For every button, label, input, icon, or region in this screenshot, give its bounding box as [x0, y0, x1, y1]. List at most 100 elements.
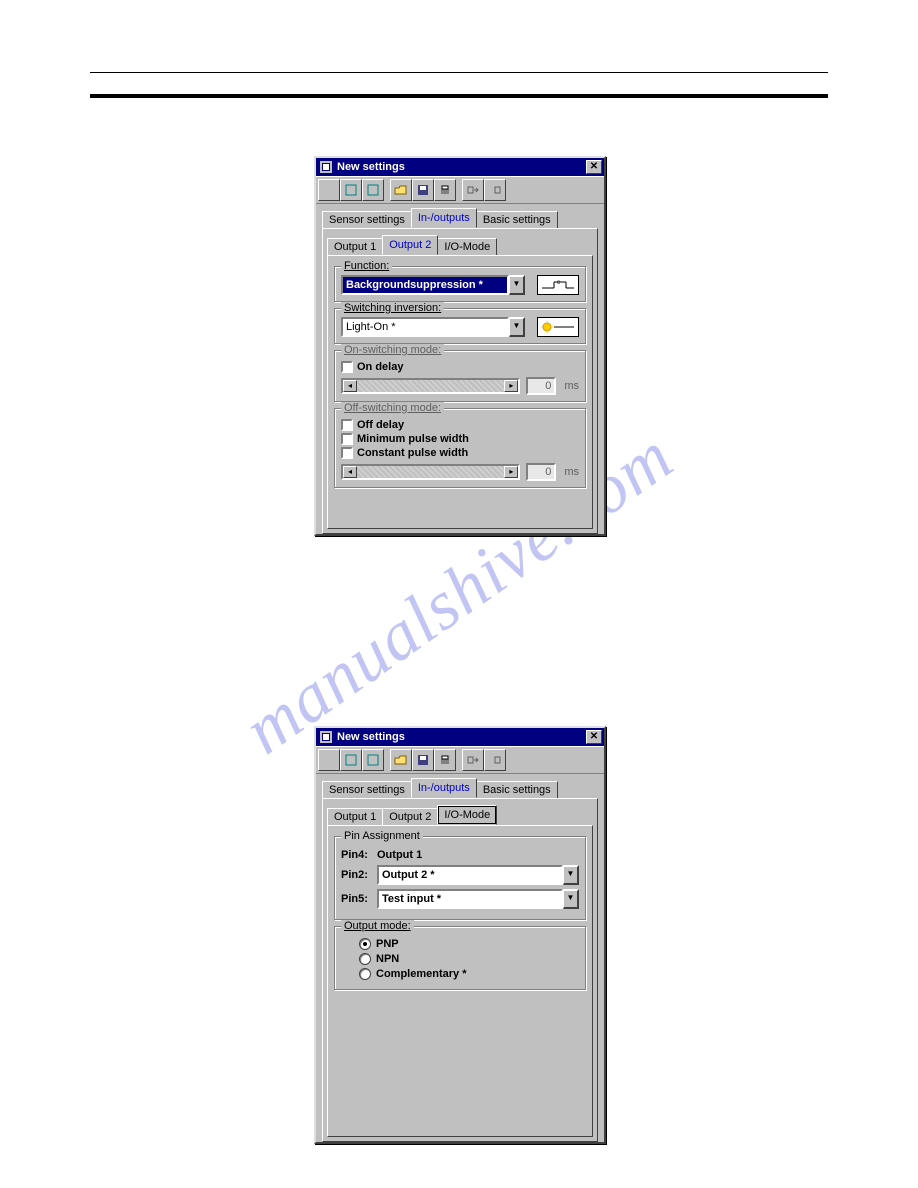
tab-output1[interactable]: Output 1: [327, 238, 383, 256]
titlebar[interactable]: New settings ✕: [316, 158, 604, 176]
tab-io-mode[interactable]: I/O-Mode: [437, 805, 497, 825]
radio-pnp-label: PNP: [376, 938, 399, 950]
pin5-label: Pin5:: [341, 893, 377, 905]
checkbox-box: [341, 419, 353, 431]
pin4-value: Output 1: [377, 849, 422, 861]
function-legend: Function:: [341, 260, 392, 272]
output-mode-legend: Output mode:: [341, 920, 414, 932]
toolbar-button-3[interactable]: [362, 179, 384, 201]
close-button[interactable]: ✕: [586, 730, 602, 744]
slider-left-icon[interactable]: ◂: [343, 380, 357, 392]
window-icon: [319, 730, 333, 744]
toolbar-button-7[interactable]: [462, 749, 484, 771]
main-tabs: Sensor settings In-/outputs Basic settin…: [322, 778, 598, 798]
tab-output1[interactable]: Output 1: [327, 808, 383, 826]
tab-in-outputs[interactable]: In-/outputs: [411, 208, 477, 228]
switching-inversion-value: Light-On *: [341, 317, 509, 337]
tab-in-outputs[interactable]: In-/outputs: [411, 778, 477, 798]
function-preview-icon: c: [537, 275, 579, 295]
off-delay-unit: ms: [564, 466, 579, 478]
chevron-down-icon[interactable]: ▼: [509, 317, 525, 337]
print-icon[interactable]: [434, 179, 456, 201]
function-select[interactable]: Backgroundsuppression * ▼: [341, 275, 525, 295]
titlebar[interactable]: New settings ✕: [316, 728, 604, 746]
const-pulse-checkbox[interactable]: Constant pulse width: [341, 447, 579, 459]
page-rule-thick: [90, 94, 828, 98]
print-icon[interactable]: [434, 749, 456, 771]
close-button[interactable]: ✕: [586, 160, 602, 174]
tab-output2[interactable]: Output 2: [382, 235, 438, 255]
on-switching-legend: On-switching mode:: [341, 344, 444, 356]
switching-inversion-preview-icon: [537, 317, 579, 337]
off-delay-slider[interactable]: ◂ ▸: [341, 464, 520, 480]
toolbar-button-7[interactable]: [462, 179, 484, 201]
tab-sensor-settings[interactable]: Sensor settings: [322, 781, 412, 799]
toolbar-button-8[interactable]: [484, 749, 506, 771]
radio-complementary-label: Complementary *: [376, 968, 466, 980]
tab-basic-settings[interactable]: Basic settings: [476, 211, 558, 229]
window-title: New settings: [337, 161, 586, 173]
on-delay-value: 0: [526, 377, 556, 395]
chevron-down-icon[interactable]: ▼: [563, 889, 579, 909]
svg-text:c: c: [557, 280, 560, 286]
pin-assignment-legend: Pin Assignment: [341, 830, 423, 842]
tab-io-mode[interactable]: I/O-Mode: [437, 238, 497, 256]
radio-circle: [359, 968, 371, 980]
checkbox-box: [341, 447, 353, 459]
checkbox-box: [341, 361, 353, 373]
open-icon[interactable]: [390, 179, 412, 201]
chevron-down-icon[interactable]: ▼: [509, 275, 525, 295]
on-delay-checkbox[interactable]: On delay: [341, 361, 579, 373]
pin4-label: Pin4:: [341, 849, 377, 861]
main-tabs: Sensor settings In-/outputs Basic settin…: [322, 208, 598, 228]
on-delay-slider[interactable]: ◂ ▸: [341, 378, 520, 394]
settings-dialog-iomode: New settings ✕ Sensor settings In-/outpu…: [314, 726, 606, 1144]
toolbar-button-3[interactable]: [362, 749, 384, 771]
off-switching-group: Off-switching mode: Off delay Minimum pu…: [334, 408, 586, 488]
toolbar-button-1[interactable]: [318, 749, 340, 771]
settings-dialog-output2: New settings ✕ Sensor settings In-/outpu…: [314, 156, 606, 536]
tab-output2[interactable]: Output 2: [382, 808, 438, 826]
radio-npn-label: NPN: [376, 953, 399, 965]
radio-npn[interactable]: NPN: [359, 953, 579, 965]
min-pulse-checkbox[interactable]: Minimum pulse width: [341, 433, 579, 445]
pin-assignment-group: Pin Assignment Pin4: Output 1 Pin2: Outp…: [334, 836, 586, 920]
sub-tabs: Output 1 Output 2 I/O-Mode: [327, 805, 593, 825]
on-delay-unit: ms: [564, 380, 579, 392]
function-value: Backgroundsuppression *: [341, 275, 509, 295]
pin5-select[interactable]: Test input * ▼: [377, 889, 579, 909]
radio-circle: [359, 938, 371, 950]
radio-pnp[interactable]: PNP: [359, 938, 579, 950]
pin2-value: Output 2 *: [377, 865, 563, 885]
function-group: Function: Backgroundsuppression * ▼ c: [334, 266, 586, 302]
slider-right-icon[interactable]: ▸: [504, 380, 518, 392]
checkbox-box: [341, 433, 353, 445]
const-pulse-label: Constant pulse width: [357, 447, 468, 459]
open-icon[interactable]: [390, 749, 412, 771]
slider-left-icon[interactable]: ◂: [343, 466, 357, 478]
page-rule-thin: [90, 72, 828, 73]
sub-tabs: Output 1 Output 2 I/O-Mode: [327, 235, 593, 255]
save-icon[interactable]: [412, 179, 434, 201]
toolbar-button-2[interactable]: [340, 179, 362, 201]
off-delay-value: 0: [526, 463, 556, 481]
pin2-label: Pin2:: [341, 869, 377, 881]
switching-inversion-select[interactable]: Light-On * ▼: [341, 317, 525, 337]
toolbar-button-8[interactable]: [484, 179, 506, 201]
window-title: New settings: [337, 731, 586, 743]
radio-complementary[interactable]: Complementary *: [359, 968, 579, 980]
toolbar-button-1[interactable]: [318, 179, 340, 201]
chevron-down-icon[interactable]: ▼: [563, 865, 579, 885]
save-icon[interactable]: [412, 749, 434, 771]
toolbar: [316, 176, 604, 204]
pin2-select[interactable]: Output 2 * ▼: [377, 865, 579, 885]
on-delay-label: On delay: [357, 361, 403, 373]
off-delay-checkbox[interactable]: Off delay: [341, 419, 579, 431]
window-icon: [319, 160, 333, 174]
toolbar-button-2[interactable]: [340, 749, 362, 771]
tab-sensor-settings[interactable]: Sensor settings: [322, 211, 412, 229]
switching-inversion-legend: Switching inversion:: [341, 302, 444, 314]
slider-right-icon[interactable]: ▸: [504, 466, 518, 478]
tab-basic-settings[interactable]: Basic settings: [476, 781, 558, 799]
off-switching-legend: Off-switching mode:: [341, 402, 444, 414]
